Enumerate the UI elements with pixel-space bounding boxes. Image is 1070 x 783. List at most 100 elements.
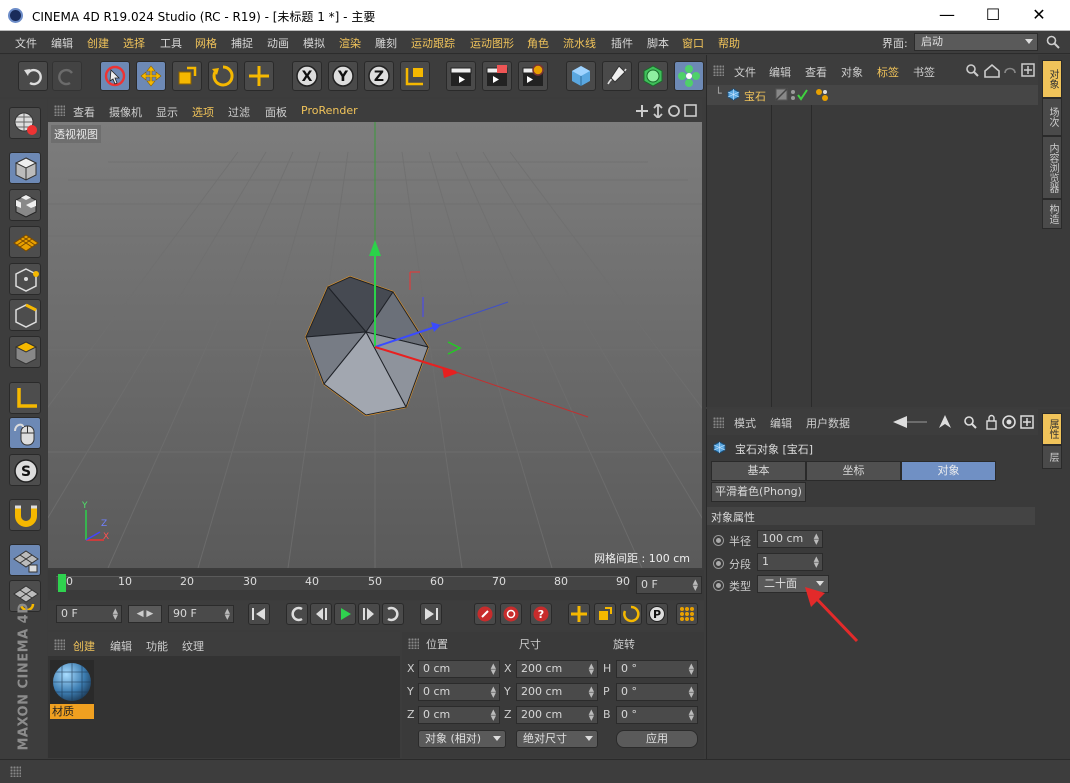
material-swatch[interactable]: 材质 (50, 660, 94, 720)
x-axis-lock-button[interactable]: X (292, 61, 322, 91)
y-axis-lock-button[interactable]: Y (328, 61, 358, 91)
make-editable-button[interactable] (9, 107, 41, 139)
scale-tool-button[interactable] (172, 61, 202, 91)
workplane-mode-button[interactable] (9, 226, 41, 258)
om-menu-tags[interactable]: 标签 (877, 64, 899, 80)
phong-tag-icon[interactable] (815, 88, 829, 102)
grip-handle[interactable] (713, 65, 724, 76)
grip-handle[interactable] (10, 766, 21, 777)
menu-plugins[interactable]: 插件 (611, 35, 633, 51)
tab-coordinates[interactable]: 坐标 (806, 461, 901, 481)
layout-dropdown[interactable]: 启动 (914, 33, 1038, 51)
tab-attributes[interactable]: 属性 (1042, 413, 1062, 445)
current-frame-field[interactable]: 0 F ▲ ▼ (636, 576, 702, 594)
cloner-button[interactable] (674, 61, 704, 91)
menu-mograph[interactable]: 运动图形 (470, 35, 514, 51)
move-tool-button[interactable] (136, 61, 166, 91)
menu-sculpt[interactable]: 雕刻 (375, 35, 397, 51)
key-position-button[interactable] (568, 603, 590, 625)
material-menu-texture[interactable]: 纹理 (182, 638, 204, 654)
pos-y-field[interactable]: 0 cm ▲ ▼ (418, 683, 500, 701)
viewport-menu-prorender[interactable]: ProRender (301, 104, 358, 117)
menu-animate[interactable]: 动画 (267, 35, 289, 51)
menu-snap[interactable]: 捕捉 (231, 35, 253, 51)
tweak-mode-button[interactable] (9, 417, 41, 449)
radius-animate-radio[interactable] (713, 535, 724, 546)
coord-mode-dropdown[interactable]: 对象 (相对) (418, 730, 506, 748)
om-menu-file[interactable]: 文件 (734, 64, 756, 80)
viewport-menu-camera[interactable]: 摄像机 (109, 104, 142, 120)
playhead[interactable] (58, 574, 66, 592)
menu-help[interactable]: 帮助 (718, 35, 740, 51)
subdivision-surface-button[interactable] (638, 61, 668, 91)
tab-takes[interactable]: 场次 (1042, 98, 1062, 136)
om-menu-edit[interactable]: 编辑 (769, 64, 791, 80)
auto-keying-button[interactable] (500, 603, 522, 625)
points-mode-button[interactable] (9, 263, 41, 295)
viewport-menu-filter[interactable]: 过滤 (228, 104, 250, 120)
rot-p-field[interactable]: 0 ° ▲ ▼ (616, 683, 698, 701)
menu-edit[interactable]: 编辑 (51, 35, 73, 51)
tab-objects[interactable]: 对象 (1042, 60, 1062, 98)
timeline-track[interactable] (56, 576, 628, 590)
om-menu-view[interactable]: 查看 (805, 64, 827, 80)
undo-button[interactable] (18, 61, 48, 91)
snap-button[interactable]: S (9, 454, 41, 486)
frame-range-slider[interactable]: ◀ ▶ (128, 605, 162, 623)
menu-mesh[interactable]: 网格 (195, 35, 217, 51)
maximize-button[interactable]: ☐ (973, 4, 1013, 26)
grip-handle[interactable] (54, 105, 65, 116)
om-menu-bookmarks[interactable]: 书签 (913, 64, 935, 80)
menu-script[interactable]: 脚本 (647, 35, 669, 51)
material-menu-edit[interactable]: 编辑 (110, 638, 132, 654)
timeline-ruler[interactable]: 0 10 20 30 40 50 60 70 80 90 0 F ▲ ▼ (48, 570, 704, 600)
end-frame-field[interactable]: 90 F ▲ ▼ (168, 605, 234, 623)
keyframe-selection-button[interactable]: ? (530, 603, 552, 625)
start-frame-field[interactable]: 0 F ▲ ▼ (56, 605, 122, 623)
pen-spline-button[interactable] (602, 61, 632, 91)
key-rotation-button[interactable] (620, 603, 642, 625)
menu-window[interactable]: 窗口 (682, 35, 704, 51)
visibility-toggle-icons[interactable] (775, 88, 809, 102)
z-axis-lock-button[interactable]: Z (364, 61, 394, 91)
minimize-button[interactable]: — (927, 4, 967, 26)
render-settings-button[interactable] (518, 61, 548, 91)
object-row[interactable]: └ 宝石 (707, 85, 1039, 105)
key-pla-button[interactable] (676, 603, 698, 625)
polygons-mode-button[interactable] (9, 336, 41, 368)
tab-object[interactable]: 对象 (901, 461, 996, 481)
prev-frame-button[interactable] (310, 603, 332, 625)
segments-field[interactable]: 1 ▲ ▼ (757, 553, 823, 571)
tab-structure[interactable]: 构造 (1042, 199, 1062, 229)
grip-handle[interactable] (54, 639, 65, 650)
pos-x-field[interactable]: 0 cm ▲ ▼ (418, 660, 500, 678)
om-menu-objects[interactable]: 对象 (841, 64, 863, 80)
menu-pipeline[interactable]: 流水线 (563, 35, 596, 51)
om-toolbar-icons[interactable] (965, 63, 1037, 78)
menu-create[interactable]: 创建 (87, 35, 109, 51)
next-keyframe-button[interactable] (382, 603, 404, 625)
next-frame-button[interactable] (358, 603, 380, 625)
tab-content-browser[interactable]: 内容浏览器 (1042, 136, 1062, 199)
am-menu-mode[interactable]: 模式 (734, 415, 756, 431)
play-button[interactable] (334, 603, 356, 625)
perspective-viewport[interactable]: 透视视图 Y Z X 网格间距 : 100 cm (48, 122, 702, 568)
am-menu-userdata[interactable]: 用户数据 (806, 415, 850, 431)
menu-character[interactable]: 角色 (527, 35, 549, 51)
goto-start-button[interactable] (248, 603, 270, 625)
key-scale-button[interactable] (594, 603, 616, 625)
am-menu-edit[interactable]: 编辑 (770, 415, 792, 431)
size-z-field[interactable]: 200 cm ▲ ▼ (516, 706, 598, 724)
redo-button[interactable] (52, 61, 82, 91)
am-nav-icons[interactable] (893, 414, 1037, 431)
viewport-menu-panel[interactable]: 面板 (265, 104, 287, 120)
record-keys-button[interactable] (474, 603, 496, 625)
viewport-nav-icons[interactable] (636, 104, 698, 118)
rot-h-field[interactable]: 0 ° ▲ ▼ (616, 660, 698, 678)
rot-b-field[interactable]: 0 ° ▲ ▼ (616, 706, 698, 724)
tab-layers[interactable]: 层 (1042, 445, 1062, 469)
apply-button[interactable]: 应用 (616, 730, 698, 748)
goto-end-button[interactable] (420, 603, 442, 625)
segments-animate-radio[interactable] (713, 558, 724, 569)
axis-mode-button[interactable] (9, 382, 41, 414)
